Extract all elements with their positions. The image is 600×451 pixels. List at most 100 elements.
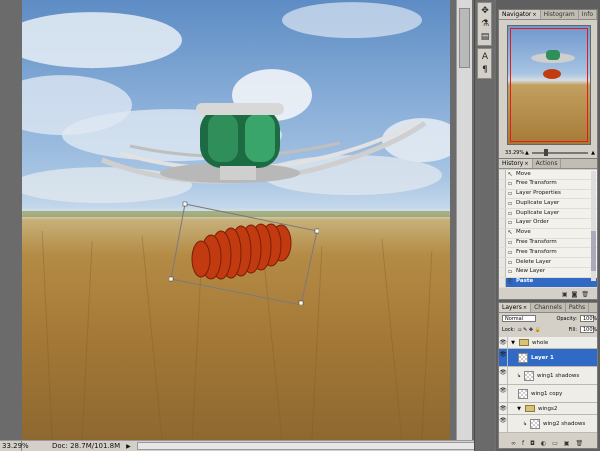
navigator-view-box[interactable] xyxy=(510,28,588,142)
layer-row[interactable]: 👁 ↳ wing2 shadows xyxy=(499,415,597,433)
tab-paths[interactable]: Paths xyxy=(566,303,590,312)
trash-icon[interactable]: 🗑 xyxy=(581,291,593,298)
paste-icon: ⎘ xyxy=(507,278,513,286)
blend-mode-select[interactable]: Normal xyxy=(502,315,536,322)
snapshot-checkbox[interactable] xyxy=(499,248,506,258)
layer-icon: ▫ xyxy=(507,219,513,227)
icon-group-2: A ¶ xyxy=(477,48,492,79)
snapshot-checkbox[interactable] xyxy=(499,277,506,287)
tab-history[interactable]: History× xyxy=(499,159,533,168)
lock-icons[interactable]: ▫ ✎ ✥ 🔒 xyxy=(518,327,541,333)
close-icon[interactable]: × xyxy=(523,305,527,311)
layer-row[interactable]: 👁 ↳ wing1 shadows xyxy=(499,367,597,385)
paragraph-icon[interactable]: ¶ xyxy=(478,64,492,76)
layer-icon: ▫ xyxy=(507,258,513,266)
layer-name: Layer 1 xyxy=(531,354,554,361)
zoom-field[interactable]: 33.29% xyxy=(0,441,29,451)
eye-icon[interactable]: 👁 xyxy=(499,403,508,414)
close-icon[interactable]: × xyxy=(532,12,536,18)
status-menu-arrow-icon[interactable]: ▶ xyxy=(126,443,131,450)
layer-row-selected[interactable]: 👁 Layer 1 xyxy=(499,349,597,367)
zoom-slider-knob[interactable] xyxy=(543,149,548,156)
tab-label: Channels xyxy=(534,304,562,311)
tab-navigator[interactable]: Navigator× xyxy=(499,10,541,19)
layer-icon: ▫ xyxy=(507,199,513,207)
eye-icon[interactable]: 👁 xyxy=(499,349,508,366)
tab-channels[interactable]: Channels xyxy=(531,303,566,312)
scrollbar-thumb[interactable] xyxy=(591,231,596,271)
snapshot-checkbox[interactable] xyxy=(499,209,506,219)
icon-group-1: ✥ ⚗ ▤ xyxy=(477,2,492,46)
snapshot-checkbox[interactable] xyxy=(499,199,506,209)
new-group-icon[interactable]: ▭ xyxy=(552,440,564,447)
adjustment-icon[interactable]: ◐ xyxy=(541,440,552,447)
snapshot-checkbox[interactable] xyxy=(499,238,506,248)
expand-arrow-icon[interactable]: ▼ xyxy=(510,340,516,346)
trash-icon[interactable]: 🗑 xyxy=(575,440,589,447)
eye-icon[interactable]: 👁 xyxy=(499,415,508,432)
snapshot-checkbox[interactable] xyxy=(499,189,506,199)
move-arrow-icon: ↖ xyxy=(507,229,513,237)
history-item-selected[interactable]: ⎘ Paste xyxy=(499,277,597,288)
navigator-zoom-value[interactable]: 33.29% xyxy=(505,150,525,156)
close-icon[interactable]: × xyxy=(524,161,528,167)
navigator-tabs: Navigator× Histogram Info xyxy=(499,10,598,20)
layer-name: wing2 shadows xyxy=(543,420,586,427)
expand-arrow-icon[interactable]: ▼ xyxy=(516,406,522,412)
snapshot-checkbox[interactable] xyxy=(499,179,506,189)
red-coil-layer[interactable] xyxy=(169,201,319,305)
snapshot-checkbox[interactable] xyxy=(499,258,506,268)
eye-icon[interactable]: 👁 xyxy=(499,337,508,348)
snapshot-checkbox[interactable] xyxy=(499,267,506,277)
layer-thumbnail xyxy=(518,352,528,363)
history-item-label: Free Transform xyxy=(516,239,557,246)
fx-icon[interactable]: f xyxy=(522,440,530,447)
image-canvas[interactable] xyxy=(22,0,450,440)
canvas-vertical-scrollbar[interactable] xyxy=(456,0,472,440)
document-area xyxy=(0,0,474,440)
move-arrows-icon[interactable]: ✥ xyxy=(478,5,492,17)
snapshot-checkbox[interactable] xyxy=(499,228,506,238)
eye-icon[interactable]: 👁 xyxy=(499,367,508,384)
layer-thumbnail xyxy=(524,370,534,381)
layers-panel: Layers× Channels Paths Normal Opacity: 1… xyxy=(498,302,598,449)
layer-row[interactable]: 👁 wing1 copy xyxy=(499,385,597,403)
layer-group-row[interactable]: 👁 ▼ wings2 xyxy=(499,403,597,415)
tab-label: History xyxy=(502,160,524,167)
new-document-icon[interactable]: ▣ xyxy=(562,291,572,298)
history-item-label: Delete Layer xyxy=(516,258,552,265)
zoom-in-icon[interactable]: ▲ xyxy=(591,150,595,156)
transform-icon: ▫ xyxy=(507,180,513,188)
link-icon[interactable]: ∞ xyxy=(511,440,522,447)
scrollbar-thumb[interactable] xyxy=(459,8,470,68)
new-layer-icon[interactable]: ▣ xyxy=(564,440,576,447)
history-tabs: History× Actions xyxy=(499,159,597,169)
snapshot-checkbox[interactable] xyxy=(499,218,506,228)
layer-thumbnail xyxy=(518,388,528,399)
status-bar: 33.29% Doc: 28.7M/101.8M ▶ xyxy=(0,440,480,451)
canvas-horizontal-scrollbar[interactable] xyxy=(136,442,480,450)
tab-histogram[interactable]: Histogram xyxy=(541,10,579,19)
transform-icon: ▫ xyxy=(507,248,513,256)
mask-icon[interactable]: ◘ xyxy=(530,440,541,447)
brush-stack-icon[interactable]: ⚗ xyxy=(478,18,492,30)
zoom-out-icon[interactable]: ▲ xyxy=(525,150,529,156)
snapshot-checkbox[interactable] xyxy=(499,169,506,179)
tab-layers[interactable]: Layers× xyxy=(499,303,532,312)
history-scrollbar[interactable] xyxy=(591,171,596,281)
tab-actions[interactable]: Actions xyxy=(533,159,562,168)
fill-field[interactable]: 100% xyxy=(580,326,597,333)
layer-group-row[interactable]: 👁 ▼ whole xyxy=(499,337,597,349)
opacity-field[interactable]: 100% xyxy=(580,315,597,322)
history-item-label: Free Transform xyxy=(516,248,557,255)
zoom-slider[interactable] xyxy=(531,149,589,156)
layer-comp-icon[interactable]: ▤ xyxy=(478,31,492,43)
history-item-label: Duplicate Layer xyxy=(516,209,560,216)
tab-info[interactable]: Info xyxy=(579,10,598,19)
history-item-label: Layer Order xyxy=(516,219,549,226)
character-icon[interactable]: A xyxy=(478,51,492,63)
snapshot-icon[interactable]: ◙ xyxy=(572,291,582,298)
navigator-thumbnail[interactable] xyxy=(507,25,591,145)
eye-icon[interactable]: 👁 xyxy=(499,385,508,402)
navigator-panel: Navigator× Histogram Info 33.29% ▲ ▲ xyxy=(498,9,598,161)
